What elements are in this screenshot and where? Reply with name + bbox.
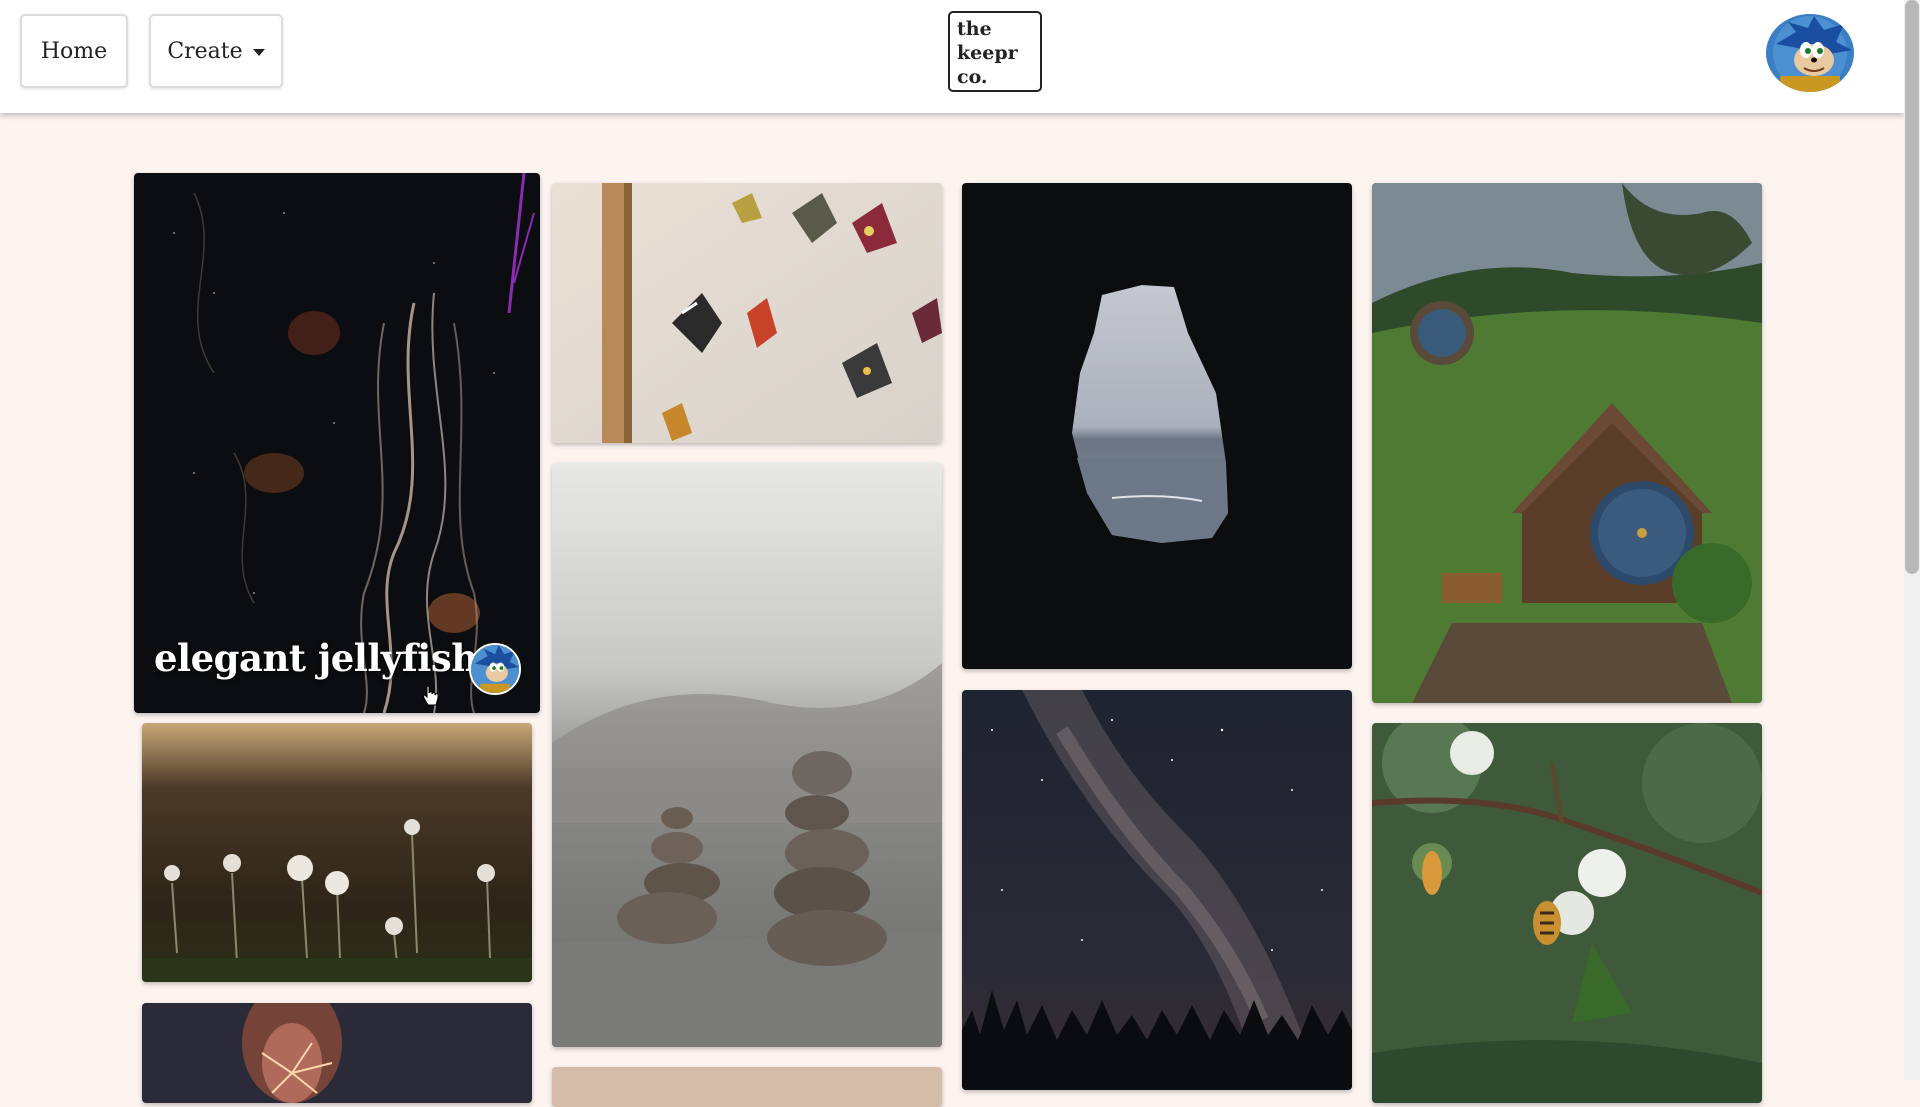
card-milky-way[interactable]	[962, 690, 1352, 1090]
create-button-label: Create	[167, 38, 243, 64]
card-hobbit-house[interactable]	[1372, 183, 1762, 703]
card-sparkler[interactable]	[142, 1003, 532, 1103]
card-title: elegant jellyfish	[154, 636, 478, 680]
card-owner-avatar[interactable]	[469, 643, 521, 695]
stacked-rocks-photo	[552, 463, 942, 1047]
card-cave-ocean[interactable]	[962, 183, 1352, 669]
card-dandelions[interactable]	[142, 723, 532, 982]
jellyfish-photo	[134, 173, 540, 713]
hand-cursor-icon	[423, 685, 439, 706]
home-button-label: Home	[40, 38, 108, 64]
dandelions-photo	[142, 723, 532, 982]
caret-down-icon	[252, 48, 265, 56]
milky-way-photo	[962, 690, 1352, 1090]
card-butterflies[interactable]	[552, 183, 942, 443]
sonic-avatar-icon	[471, 645, 519, 693]
sonic-avatar-icon	[1766, 14, 1854, 92]
card-bee-flower[interactable]	[1372, 723, 1762, 1103]
user-avatar[interactable]	[1766, 14, 1854, 92]
card-partial[interactable]	[552, 1067, 942, 1107]
logo-line: the	[957, 18, 992, 40]
partial-photo	[552, 1067, 942, 1107]
create-dropdown-button[interactable]: Create	[149, 14, 283, 88]
card-elegant-jellyfish[interactable]: elegant jellyfish	[134, 173, 540, 713]
bee-flower-photo	[1372, 723, 1762, 1103]
navbar: Home Create the keepr co.	[0, 0, 1904, 113]
home-button[interactable]: Home	[20, 14, 128, 88]
logo-line: keepr	[957, 42, 1018, 64]
cave-ocean-photo	[962, 183, 1352, 669]
hobbit-house-photo	[1372, 183, 1762, 703]
scrollbar-thumb[interactable]	[1905, 0, 1919, 574]
logo-line: co.	[957, 66, 988, 88]
sparkler-photo	[142, 1003, 532, 1103]
card-stacked-rocks[interactable]	[552, 463, 942, 1047]
logo[interactable]: the keepr co.	[948, 11, 1042, 92]
butterflies-photo	[552, 183, 942, 443]
